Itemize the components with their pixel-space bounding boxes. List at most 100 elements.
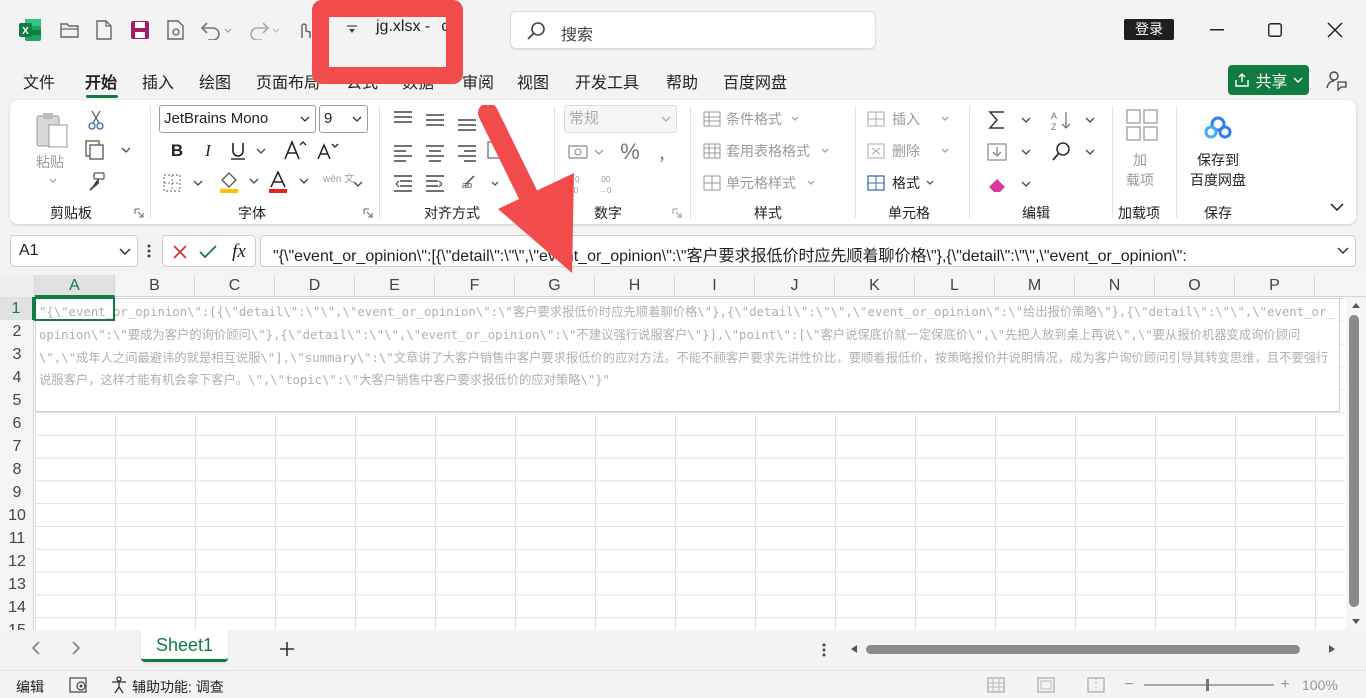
row-header[interactable]: 8 <box>0 458 34 481</box>
font-color-icon[interactable] <box>268 170 312 194</box>
confirm-entry-icon[interactable] <box>197 241 219 263</box>
page-break-view-icon[interactable] <box>1086 676 1106 694</box>
name-box[interactable]: A1 <box>10 235 138 267</box>
cut-icon[interactable] <box>84 108 108 132</box>
formula-input[interactable]: "{\"event_or_opinion\":[{\"detail\":\"\"… <box>260 235 1356 267</box>
copy-icon[interactable] <box>82 138 132 162</box>
save-baidu-label-line1[interactable]: 保存到 <box>1197 150 1239 170</box>
zoom-out-icon[interactable]: − <box>1120 676 1138 693</box>
open-folder-icon[interactable] <box>54 14 86 46</box>
insert-cells-button[interactable]: 插入 <box>892 109 920 129</box>
collapse-ribbon-icon[interactable] <box>1328 198 1346 216</box>
baidu-netdisk-icon[interactable] <box>1202 112 1234 144</box>
addins-icon[interactable] <box>1123 106 1161 144</box>
row-header[interactable]: 10 <box>0 504 34 527</box>
paste-icon[interactable] <box>32 110 72 152</box>
cancel-entry-icon[interactable] <box>169 241 191 263</box>
vertical-scroll-thumb[interactable] <box>1349 315 1359 607</box>
font-size-select[interactable]: 9 <box>319 105 368 133</box>
close-icon[interactable] <box>1318 14 1352 46</box>
zoom-level[interactable]: 100% <box>1302 677 1338 693</box>
italic-icon[interactable]: I <box>197 140 219 162</box>
macro-record-icon[interactable] <box>68 676 90 694</box>
clear-icon[interactable] <box>986 172 1036 196</box>
column-header[interactable]: D <box>275 275 355 297</box>
login-button[interactable]: 登录 <box>1124 19 1174 40</box>
column-header[interactable]: B <box>115 275 195 297</box>
borders-icon[interactable] <box>162 172 206 194</box>
column-header[interactable]: E <box>355 275 435 297</box>
comma-style-icon[interactable]: , <box>652 139 672 164</box>
column-header[interactable]: J <box>755 275 835 297</box>
column-header[interactable]: M <box>995 275 1075 297</box>
minimize-icon[interactable] <box>1200 14 1234 46</box>
row-header[interactable]: 15 <box>0 619 34 630</box>
row-header[interactable]: 2 <box>0 320 34 343</box>
zoom-in-icon[interactable]: + <box>1276 676 1294 693</box>
phonetic-guide-icon[interactable]: wén 文 <box>323 172 363 196</box>
underline-icon[interactable] <box>226 140 268 162</box>
prev-sheet-icon[interactable] <box>26 638 46 658</box>
sort-filter-icon[interactable]: AZ <box>1050 108 1100 132</box>
delete-cells-button[interactable]: 删除 <box>892 141 920 161</box>
accessibility-status[interactable]: 辅助功能: 调查 <box>132 677 224 697</box>
redo-icon[interactable] <box>244 14 284 46</box>
fill-color-icon[interactable] <box>218 170 262 194</box>
sheet-tab-sheet1[interactable]: Sheet1 <box>141 630 228 662</box>
accessibility-icon[interactable] <box>108 675 130 695</box>
autosum-icon[interactable] <box>986 108 1036 132</box>
column-header[interactable]: A <box>35 275 115 297</box>
row-header[interactable]: 6 <box>0 412 34 435</box>
column-header[interactable]: P <box>1235 275 1315 297</box>
row-header[interactable]: 5 <box>0 389 34 412</box>
select-all-corner[interactable] <box>0 275 35 297</box>
bold-icon[interactable]: B <box>166 140 188 162</box>
more-options-icon[interactable] <box>818 640 830 660</box>
row-header[interactable]: 13 <box>0 573 34 596</box>
format-as-table-button[interactable]: 套用表格格式 <box>726 141 810 161</box>
increase-font-size-icon[interactable] <box>282 138 308 162</box>
column-header[interactable]: I <box>675 275 755 297</box>
row-header[interactable]: 11 <box>0 527 34 550</box>
tab-page-layout[interactable]: 页面布局 <box>256 69 320 95</box>
tab-insert[interactable]: 插入 <box>142 69 174 95</box>
save-icon[interactable] <box>124 14 156 46</box>
horizontal-scroll-thumb[interactable] <box>866 645 1300 654</box>
fill-down-icon[interactable] <box>986 140 1036 164</box>
cell-styles-button[interactable]: 单元格样式 <box>726 173 796 193</box>
formula-bar-options-icon[interactable] <box>142 242 156 260</box>
format-painter-icon[interactable] <box>84 170 108 194</box>
row-header[interactable]: 7 <box>0 435 34 458</box>
tab-help[interactable]: 帮助 <box>666 69 698 95</box>
percent-icon[interactable]: % <box>618 139 642 164</box>
decrease-font-size-icon[interactable] <box>315 140 341 162</box>
search-box[interactable]: 搜索 <box>510 11 876 49</box>
format-cells-button[interactable]: 格式 <box>892 173 920 193</box>
share-button[interactable]: 共享 <box>1228 65 1309 95</box>
save-baidu-label-line2[interactable]: 百度网盘 <box>1190 170 1246 190</box>
tab-view[interactable]: 视图 <box>517 69 549 95</box>
row-header[interactable]: 9 <box>0 481 34 504</box>
cell-a1-content[interactable]: "{\"event_or_opinion\":[{\"detail\":\"\"… <box>35 298 1340 412</box>
comments-icon[interactable] <box>1322 66 1350 94</box>
row-header[interactable]: 12 <box>0 550 34 573</box>
page-layout-view-icon[interactable] <box>1036 676 1056 694</box>
tab-baidu-netdisk[interactable]: 百度网盘 <box>723 69 787 95</box>
insert-function-icon[interactable]: fx <box>227 240 251 264</box>
tab-home[interactable]: 开始 <box>85 69 117 95</box>
row-header[interactable]: 1 <box>0 297 34 320</box>
column-header[interactable]: N <box>1075 275 1155 297</box>
tab-file[interactable]: 文件 <box>23 69 55 95</box>
maximize-icon[interactable] <box>1258 14 1292 46</box>
column-header[interactable]: C <box>195 275 275 297</box>
zoom-slider[interactable] <box>1144 684 1274 686</box>
undo-icon[interactable] <box>196 14 236 46</box>
row-header[interactable]: 4 <box>0 366 34 389</box>
worksheet[interactable]: A B C D E F G H I J K L M N O P 1 2 3 4 … <box>0 275 1366 630</box>
column-header[interactable]: O <box>1155 275 1235 297</box>
row-header[interactable]: 3 <box>0 343 34 366</box>
print-preview-icon[interactable] <box>160 14 192 46</box>
add-sheet-icon[interactable] <box>276 638 298 660</box>
zoom-slider-thumb[interactable] <box>1206 679 1209 691</box>
next-sheet-icon[interactable] <box>66 638 86 658</box>
